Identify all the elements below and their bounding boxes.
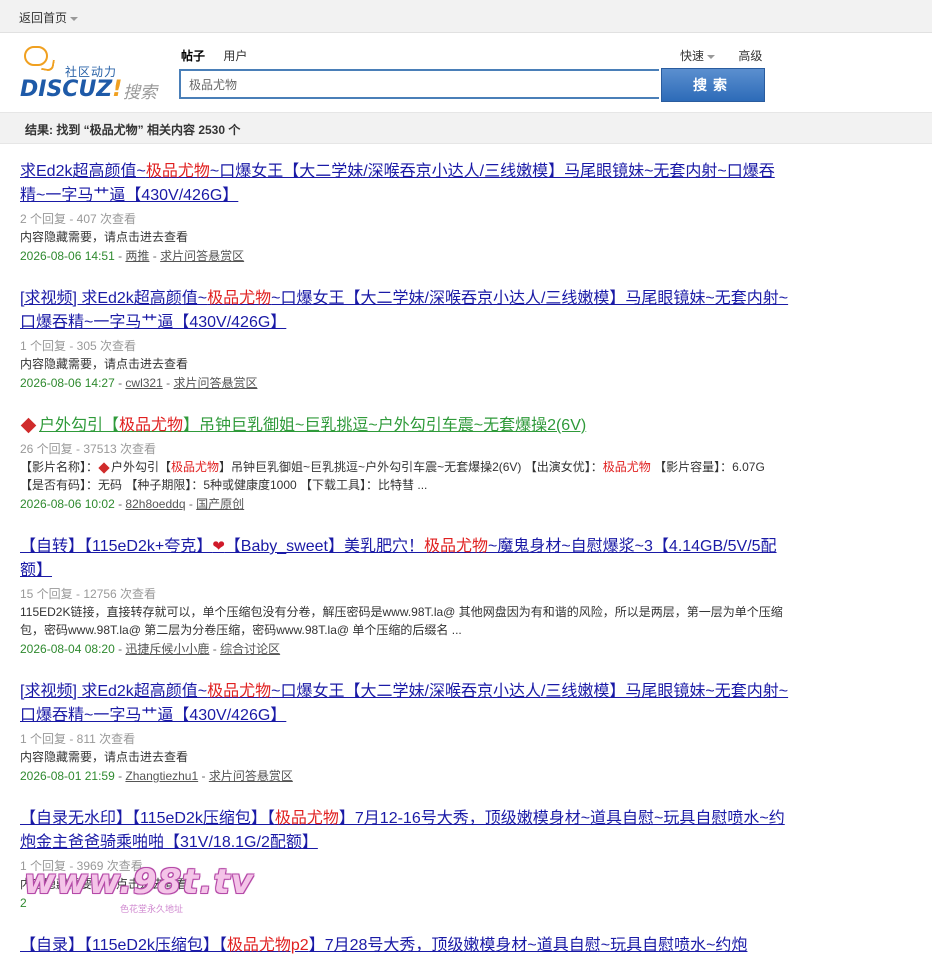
result-summary-bar: 结果: 找到 “极品尤物” 相关内容 2530 个 xyxy=(0,112,932,144)
result-body: 内容隐藏需要，请点击进去查看 xyxy=(20,750,189,764)
red-diamond-icon xyxy=(20,417,37,434)
title-text: [求视频] 求Ed2k超高颜值~ xyxy=(20,290,208,307)
result-forum[interactable]: 求片问答悬赏区 xyxy=(209,769,293,783)
title-highlight: 极品尤物 xyxy=(423,538,488,555)
result-date: 2026-08-01 21:59 xyxy=(20,769,115,783)
advanced-search-link[interactable]: 高级 xyxy=(738,49,762,63)
result-title[interactable]: 【自转】【115eD2k+夸克】❤【Baby_sweet】美乳肥穴！极品尤物~魔… xyxy=(20,538,777,579)
result-date: 2026-08-06 10:02 xyxy=(20,497,115,511)
tab-users[interactable]: 用户 xyxy=(223,49,247,63)
logo-brand: DISCUZ! xyxy=(20,77,122,102)
title-text: 【自转】【115eD2k+夸克】 xyxy=(20,538,213,555)
title-highlight: 极品尤物p2 xyxy=(226,937,309,954)
result-item: [求视频] 求Ed2k超高颜值~极品尤物~口爆女王【大二学妹/深喉吞京小达人/三… xyxy=(20,287,790,392)
result-item: 【自录】【115eD2k压缩包】【极品尤物p2】7月28号大秀，顶级嫩模身材~道… xyxy=(20,934,790,958)
result-footer: 2026-08-06 10:02 - 82h8oeddq - 国产原创 xyxy=(20,497,245,511)
result-forum[interactable]: 求片问答悬赏区 xyxy=(173,376,257,390)
result-body: 内容隐藏需要，请点击进去查看 xyxy=(20,357,189,371)
results-list: 求Ed2k超高颜值~极品尤物~口爆女王【大二学妹/深喉吞京小达人/三线嫩模】马尾… xyxy=(20,160,790,980)
body-highlight: 极品尤物 xyxy=(171,460,220,474)
site-watermark: www.98t.tv xyxy=(24,862,254,902)
chevron-down-icon xyxy=(70,16,79,21)
logo-brand-excl: ! xyxy=(112,77,123,102)
result-footer: 2026-08-06 14:51 - 两推 - 求片问答悬赏区 xyxy=(20,249,245,263)
heart-icon: ❤ xyxy=(212,538,225,555)
result-forum[interactable]: 国产原创 xyxy=(196,497,244,511)
speech-bubble-tail xyxy=(41,58,55,72)
title-highlight: 极品尤物 xyxy=(274,810,339,827)
body-highlight: 极品尤物 xyxy=(602,460,651,474)
site-watermark-subtitle: 色花堂永久地址 xyxy=(120,904,184,914)
title-highlight: 极品尤物 xyxy=(145,163,210,180)
result-author[interactable]: Zhangtiezhu1 xyxy=(125,769,198,783)
result-title[interactable]: 【自录】【115eD2k压缩包】【极品尤物p2】7月28号大秀，顶级嫩模身材~道… xyxy=(20,937,747,954)
chevron-down-icon xyxy=(707,54,716,59)
result-item: [求视频] 求Ed2k超高颜值~极品尤物~口爆女王【大二学妹/深喉吞京小达人/三… xyxy=(20,680,790,785)
search-button[interactable]: 搜索 xyxy=(661,68,765,102)
search-options: 快速 高级 xyxy=(680,47,762,64)
result-title[interactable]: [求视频] 求Ed2k超高颜值~极品尤物~口爆女王【大二学妹/深喉吞京小达人/三… xyxy=(20,290,788,331)
result-forum[interactable]: 求片问答悬赏区 xyxy=(160,249,244,263)
home-link[interactable]: 返回首页 xyxy=(19,9,79,26)
quick-search-link[interactable]: 快速 xyxy=(680,49,716,63)
result-author[interactable]: 82h8oeddq xyxy=(125,497,185,511)
title-text: 【Baby_sweet】美乳肥穴！ xyxy=(224,538,424,555)
title-highlight: 极品尤物 xyxy=(119,417,184,434)
title-text: 】吊钟巨乳御姐~巨乳挑逗~户外勾引车震~无套爆操2(6V) xyxy=(183,417,587,434)
result-author[interactable]: 迅捷斥候小小鹿 xyxy=(125,642,209,656)
result-meta: 15 个回复 - 12756 次查看 xyxy=(20,587,157,601)
result-body: 115ED2K链接，直接转存就可以，单个压缩包没有分卷，解压密码是www.98T… xyxy=(20,605,783,637)
result-footer: 2026-08-01 21:59 - Zhangtiezhu1 - 求片问答悬赏… xyxy=(20,769,293,783)
result-title[interactable]: 【自录无水印】【115eD2k压缩包】【极品尤物】7月12-16号大秀，顶级嫩模… xyxy=(20,810,785,851)
title-text: 【自录】【115eD2k压缩包】【 xyxy=(20,937,227,954)
title-text: [求视频] 求Ed2k超高颜值~ xyxy=(20,683,208,700)
result-footer: 2026-08-04 08:20 - 迅捷斥候小小鹿 - 综合讨论区 xyxy=(20,642,281,656)
result-title[interactable]: 求Ed2k超高颜值~极品尤物~口爆女王【大二学妹/深喉吞京小达人/三线嫩模】马尾… xyxy=(20,163,775,204)
result-meta: 26 个回复 - 37513 次查看 xyxy=(20,442,157,456)
result-footer: 2026-08-06 14:27 - cwl321 - 求片问答悬赏区 xyxy=(20,376,258,390)
result-date: 2026-08-04 08:20 xyxy=(20,642,115,656)
result-summary: 结果: 找到 “极品尤物” 相关内容 2530 个 xyxy=(25,123,241,137)
result-body: 内容隐藏需要，请点击进去查看 xyxy=(20,230,189,244)
result-item: 求Ed2k超高颜值~极品尤物~口爆女王【大二学妹/深喉吞京小达人/三线嫩模】马尾… xyxy=(20,160,790,265)
result-body: 【影片名称】： 户外勾引【极品尤物】吊钟巨乳御姐~巨乳挑逗~户外勾引车震~无套爆操… xyxy=(20,458,790,494)
result-title[interactable]: [求视频] 求Ed2k超高颜值~极品尤物~口爆女王【大二学妹/深喉吞京小达人/三… xyxy=(20,683,788,724)
title-text: 【自录无水印】【115eD2k压缩包】【 xyxy=(20,810,275,827)
search-tabs: 帖子 用户 xyxy=(181,47,262,64)
result-title[interactable]: 户外勾引【极品尤物】吊钟巨乳御姐~巨乳挑逗~户外勾引车震~无套爆操2(6V) xyxy=(20,417,586,434)
result-item: 【自转】【115eD2k+夸克】❤【Baby_sweet】美乳肥穴！极品尤物~魔… xyxy=(20,535,790,658)
result-forum[interactable]: 综合讨论区 xyxy=(220,642,280,656)
body-text: 【影片名称】： xyxy=(20,460,99,474)
search-input[interactable] xyxy=(181,71,667,97)
home-link-label: 返回首页 xyxy=(19,11,68,25)
tab-posts[interactable]: 帖子 xyxy=(181,49,205,63)
top-bar: 返回首页 xyxy=(0,0,932,33)
logo-search-word: 搜索 xyxy=(123,83,157,102)
result-item: 户外勾引【极品尤物】吊钟巨乳御姐~巨乳挑逗~户外勾引车震~无套爆操2(6V) 2… xyxy=(20,414,790,513)
quick-search-label: 快速 xyxy=(680,49,705,63)
result-meta: 1 个回复 - 305 次查看 xyxy=(20,339,137,353)
logo[interactable]: 社区动力 DISCUZ! 搜索 xyxy=(20,44,170,102)
result-author[interactable]: 两推 xyxy=(125,249,149,263)
title-text: 求Ed2k超高颜值~ xyxy=(20,163,146,180)
title-highlight: 极品尤物 xyxy=(207,683,272,700)
title-highlight: 极品尤物 xyxy=(207,290,272,307)
result-date: 2026-08-06 14:27 xyxy=(20,376,115,390)
result-meta: 2 个回复 - 407 次查看 xyxy=(20,212,137,226)
body-text: 】吊钟巨乳御姐~巨乳挑逗~户外勾引车震~无套爆操2(6V) 【出演女优】： xyxy=(219,460,603,474)
title-text: 户外勾引【 xyxy=(39,417,120,434)
logo-brand-text: DISCUZ xyxy=(20,77,113,102)
title-text: 】7月28号大秀，顶级嫩模身材~道具自慰~玩具自慰喷水~约炮 xyxy=(308,937,748,954)
result-date: 2026-08-06 14:51 xyxy=(20,249,115,263)
body-text: 户外勾引【 xyxy=(111,460,172,474)
search-box xyxy=(179,69,667,99)
result-meta: 1 个回复 - 811 次查看 xyxy=(20,732,136,746)
result-author[interactable]: cwl321 xyxy=(125,376,162,390)
red-diamond-icon xyxy=(98,462,110,474)
